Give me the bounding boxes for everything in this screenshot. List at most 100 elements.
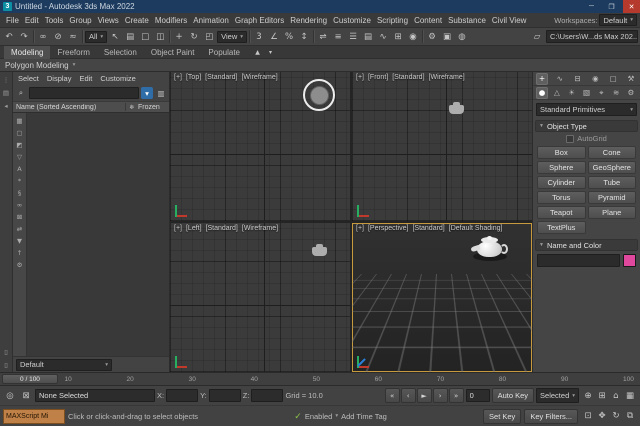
zoom-icon[interactable]: ⊕ [581,389,595,403]
box-button[interactable]: Box [537,146,586,159]
next-frame-button[interactable]: › [433,388,448,403]
menu-animation[interactable]: Animation [190,16,232,25]
scene-explorer-dock-icon[interactable]: ▤ [1,87,12,98]
selection-set-dropdown[interactable]: Default ▾ [16,359,112,371]
bind-to-space-warp-icon[interactable]: ≈ [66,30,80,44]
explorer-settings-icon[interactable]: ⚙ [14,259,25,270]
tab-selection[interactable]: Selection [97,46,144,59]
frozen-column-header[interactable]: ❄ Frozen [125,103,169,111]
object-type-rollout[interactable]: ▼ Object Type [535,120,638,132]
maximize-viewport-icon[interactable]: ⧉ [623,409,637,423]
pan-icon[interactable]: ✥ [595,409,609,423]
menu-rendering[interactable]: Rendering [287,16,330,25]
viewport-label-segment[interactable]: [Standard] [205,74,237,81]
sync-selection-icon[interactable]: ⇄ [14,223,25,234]
teapot-button[interactable]: Teapot [537,206,586,219]
collapse-panel-icon[interactable]: ◂ [1,100,12,111]
select-all-icon[interactable]: ▦ [14,115,25,126]
explorer-menu-display[interactable]: Display [43,74,76,83]
textplus-button[interactable]: TextPlus [537,221,586,234]
viewport-label-segment[interactable]: [Standard] [392,74,424,81]
cone-button[interactable]: Cone [588,146,637,159]
add-time-tag[interactable]: Add Time Tag [341,412,387,421]
autogrid-checkbox[interactable] [566,135,574,143]
coord-x-input[interactable] [166,389,198,402]
viewport-label-segment[interactable]: [Front] [368,74,388,81]
hierarchy-tab[interactable]: ⊟ [572,73,584,85]
polygon-modeling-panel-label[interactable]: Polygon Modeling [5,61,69,70]
menu-edit[interactable]: Edit [22,16,42,25]
track-bar[interactable]: 0102030405060708090100 0 / 100 [0,372,640,385]
space-warps-category[interactable]: ≋ [610,87,622,99]
filter-funnel-icon[interactable]: ▾ [141,87,153,99]
viewport-label-segment[interactable]: [Left] [186,225,202,232]
column-chooser-icon[interactable]: ▥ [155,87,167,99]
viewport-label-segment[interactable]: [Wireframe] [242,225,278,232]
coord-y-input[interactable] [209,389,241,402]
isolate-selection-icon[interactable]: ◎ [3,389,17,403]
menu-civil-view[interactable]: Civil View [489,16,530,25]
select-and-link-icon[interactable]: ∞ [36,30,50,44]
name-column-header[interactable]: Name (Sorted Ascending) [13,104,125,111]
maximize-button[interactable]: ❐ [603,0,620,13]
zoom-all-icon[interactable]: ⊞ [595,389,609,403]
utilities-tab[interactable]: ⚒ [625,73,637,85]
viewport-label-segment[interactable]: [+] [174,74,182,81]
workspaces-dropdown[interactable]: Default ▾ [599,14,637,26]
systems-category[interactable]: ⚙ [625,87,637,99]
viewport-label-segment[interactable]: [Wireframe] [241,74,277,81]
viewport-label-segment[interactable]: [Perspective] [368,225,408,232]
current-frame-input[interactable] [466,389,490,402]
panel-grip-icon[interactable]: ⋮ [1,74,12,85]
pyramid-button[interactable]: Pyramid [588,191,637,204]
select-by-name-icon[interactable]: ▤ [123,30,137,44]
viewport-perspective[interactable]: [+][Perspective][Standard][Default Shadi… [352,223,532,372]
viewport-left[interactable]: [+][Left][Standard][Wireframe] [170,223,350,372]
explorer-menu-edit[interactable]: Edit [75,74,96,83]
tab-populate[interactable]: Populate [201,46,247,59]
layer-explorer-icon[interactable]: ▤ [361,30,375,44]
helpers-category[interactable]: ⌖ [595,87,607,99]
menu-modifiers[interactable]: Modifiers [152,16,190,25]
lock-cell-editing-icon[interactable]: ⊠ [14,211,25,222]
menu-graph-editors[interactable]: Graph Editors [232,16,287,25]
viewport-label-segment[interactable]: [Standard] [412,225,444,232]
ribbon-minimize-icon[interactable]: ▲ [252,47,263,58]
rectangular-selection-icon[interactable]: □ [138,30,152,44]
material-editor-icon[interactable]: ◉ [406,30,420,44]
go-to-start-button[interactable]: « [385,388,400,403]
curve-editor-icon[interactable]: ∿ [376,30,390,44]
tube-button[interactable]: Tube [588,176,637,189]
primitives-category-dropdown[interactable]: Standard Primitives ▾ [536,103,637,116]
menu-group[interactable]: Group [66,16,94,25]
selection-lock-icon[interactable]: ⊠ [19,389,33,403]
render-setup-icon[interactable]: ⚙ [425,30,439,44]
menu-substance[interactable]: Substance [445,16,489,25]
select-none-icon[interactable]: ▢ [14,127,25,138]
go-to-end-button[interactable]: » [449,388,464,403]
cameras-category[interactable]: ▧ [580,87,592,99]
select-object-icon[interactable]: ↖ [108,30,122,44]
explorer-menu-select[interactable]: Select [14,74,43,83]
redo-icon[interactable]: ↷ [17,30,31,44]
auto-key-button[interactable]: Auto Key [492,388,534,403]
coord-z-input[interactable] [251,389,283,402]
tab-modeling[interactable]: Modeling [4,46,50,59]
find-case-sensitive-icon[interactable]: A [14,163,25,174]
geometry-category[interactable]: ● [536,87,548,99]
close-button[interactable]: ✕ [623,0,640,13]
reference-coordinate-dropdown[interactable]: View ▾ [217,31,247,43]
sphere-button[interactable]: Sphere [537,161,586,174]
viewport-label-segment[interactable]: [Wireframe] [429,74,465,81]
viewport-label-segment[interactable]: [Default Shading] [449,225,503,232]
menu-tools[interactable]: Tools [42,16,67,25]
name-and-color-rollout[interactable]: ▼ Name and Color [535,239,638,251]
plane-button[interactable]: Plane [588,206,637,219]
play-button[interactable]: ► [417,388,432,403]
teapot-object-left-view[interactable] [312,247,327,256]
select-and-move-icon[interactable]: + [172,30,186,44]
object-color-swatch[interactable] [623,254,636,267]
viewport-label-segment[interactable]: [+] [174,225,182,232]
find-regex-icon[interactable]: § [14,187,25,198]
menu-content[interactable]: Content [411,16,445,25]
